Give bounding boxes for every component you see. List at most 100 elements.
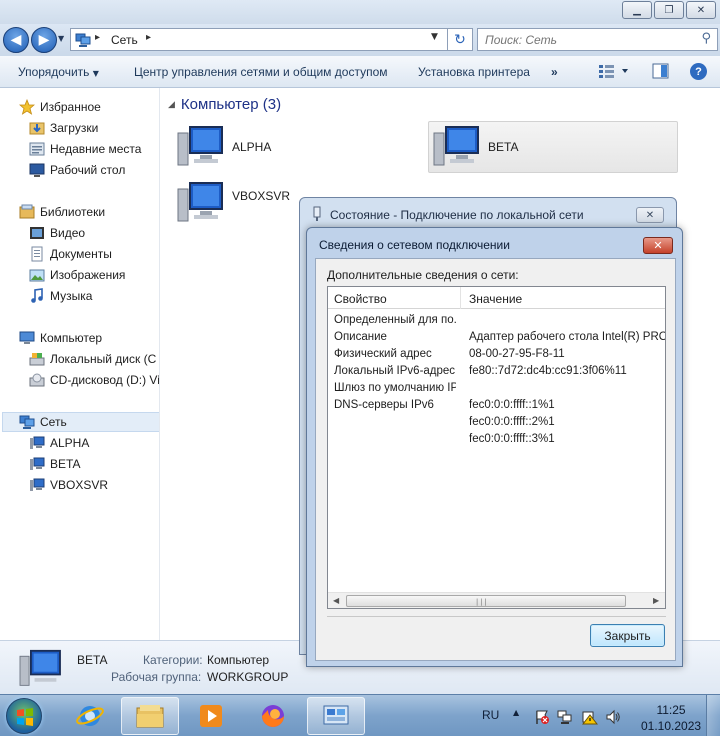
start-button[interactable] [6,698,42,734]
nav-recent-places[interactable]: Недавние места [29,139,141,159]
table-row[interactable]: Шлюз по умолчанию IP... [328,380,665,397]
nav-network-alpha[interactable]: ALPHA [29,433,89,453]
table-row[interactable]: fec0:0:0:ffff::2%1 [328,414,665,431]
forward-button[interactable]: ▶ [31,27,57,53]
details-workgroup-value: WORKGROUP [207,670,289,684]
nav-pictures[interactable]: Изображения [29,265,125,285]
nav-network-vboxsvr[interactable]: VBOXSVR [29,475,108,495]
computer-tile-beta[interactable]: BETA [428,121,678,173]
nav-video[interactable]: Видео [29,223,85,243]
nav-favorites[interactable]: Избранное [19,97,101,117]
local-disk-icon [29,353,45,366]
table-row[interactable]: fec0:0:0:ffff::3%1 [328,431,665,448]
dialog-close-button[interactable]: ✕ [643,237,673,254]
refresh-button[interactable]: ↻ [448,28,473,51]
address-dropdown-icon[interactable]: ▼ [431,32,438,42]
star-icon [19,99,35,115]
close-button[interactable]: ✕ [686,1,716,19]
navigation-pane: Избранное Загрузки Недавние места Рабочи… [0,88,160,640]
folder-icon [136,705,164,728]
language-indicator[interactable]: RU [482,708,499,722]
address-row: ◀ ▶ ▼ ▸ Сеть ▸ ▼ ↻ ⚲ [0,24,720,56]
internet-explorer-icon [76,706,104,726]
show-desktop-button[interactable] [706,695,720,736]
help-icon[interactable]: ? [690,63,707,80]
column-property[interactable]: Свойство [334,292,387,306]
volume-icon[interactable] [605,709,621,725]
taskbar-network-control[interactable] [307,697,365,735]
nav-computer[interactable]: Компьютер [19,328,102,348]
table-row[interactable]: Определенный для по... [328,312,665,329]
taskbar-explorer[interactable] [121,697,179,735]
history-dropdown-icon[interactable]: ▼ [58,34,64,43]
nav-cd-drive[interactable]: CD-дисковод (D:) Vi [29,370,159,390]
table-row[interactable]: DNS-серверы IPv6 fec0:0:0:ffff::1%1 [328,397,665,414]
scroll-thumb[interactable]: ||| [346,595,626,607]
nav-downloads[interactable]: Загрузки [29,118,98,138]
breadcrumb-arrow-icon[interactable]: ▸ [146,32,151,43]
breadcrumb-arrow-icon: ▸ [95,32,101,43]
computer-icon [30,457,45,470]
network-tray-icon[interactable] [557,709,573,725]
network-icon [19,415,35,429]
scroll-right-icon[interactable]: ▶ [653,596,659,605]
table-row[interactable]: Описание Адаптер рабочего стола Intel(R) … [328,329,665,346]
nav-local-disk[interactable]: Локальный диск (C [29,349,156,369]
recent-places-icon [29,142,45,156]
collapse-icon[interactable]: ◢ [168,100,175,110]
computer-icon [19,649,61,686]
show-hidden-icons[interactable]: ▲ [513,708,519,717]
computer-tile-alpha[interactable]: ALPHA [176,121,416,173]
action-center-flag-icon[interactable] [534,709,550,725]
details-list[interactable]: Свойство Значение Определенный для по...… [327,286,666,609]
table-row[interactable]: Локальный IPv6-адрес... fe80::7d72:dc4b:c… [328,363,665,380]
nav-documents[interactable]: Документы [29,244,112,264]
status-close-button[interactable]: ✕ [636,207,664,223]
computer-icon [19,331,35,344]
maximize-button[interactable]: ❐ [654,1,684,19]
command-bar: Упорядочить ▼ Центр управления сетями и … [0,56,720,88]
column-value[interactable]: Значение [469,292,522,306]
search-box[interactable]: ⚲ [477,28,718,51]
security-warning-icon[interactable] [582,709,598,725]
search-icon[interactable]: ⚲ [701,31,711,46]
taskbar-media-player[interactable] [182,697,240,735]
search-input[interactable] [485,30,685,50]
organize-button[interactable]: Упорядочить ▼ [18,65,99,79]
nav-desktop[interactable]: Рабочий стол [29,160,125,180]
pictures-icon [29,269,45,282]
libraries-icon [19,204,35,219]
minimize-button[interactable]: ▁ [622,1,652,19]
address-bar[interactable]: ▸ Сеть ▸ ▼ [70,28,448,51]
computer-icon [30,436,45,449]
title-bar: ▁ ❐ ✕ [0,0,720,24]
network-details-dialog: Сведения о сетевом подключении ✕ Дополни… [306,227,683,667]
view-options-icon[interactable] [598,63,628,79]
close-dialog-button[interactable]: Закрыть [590,624,665,647]
clock[interactable]: 11:25 01.10.2023 [641,702,701,734]
clock-time: 11:25 [656,703,686,717]
computer-icon [433,126,479,166]
nav-music[interactable]: Музыка [29,286,92,306]
computer-icon [30,478,45,491]
add-printer-button[interactable]: Установка принтера [418,65,530,79]
dialog-title: Сведения о сетевом подключении [319,238,510,252]
cd-drive-icon [29,373,45,387]
taskbar-internet-explorer[interactable] [61,697,119,735]
table-row[interactable]: Физический адрес 08-00-27-95-F8-11 [328,346,665,363]
dialog-subtitle: Дополнительные сведения о сети: [327,268,519,282]
nav-network[interactable]: Сеть [2,412,159,432]
list-header: Свойство Значение [328,287,665,309]
scroll-left-icon[interactable]: ◀ [333,596,339,605]
group-header-computer[interactable]: ◢ Компьютер (3) [168,96,281,113]
back-button[interactable]: ◀ [3,27,29,53]
more-commands-button[interactable]: » [551,65,558,79]
preview-pane-icon[interactable] [652,63,669,79]
taskbar-firefox[interactable] [244,697,302,735]
breadcrumb-network[interactable]: Сеть [111,33,138,47]
horizontal-scrollbar[interactable]: ◀ ||| ▶ [328,592,665,608]
details-categories-label: Категории: [143,653,203,667]
nav-libraries[interactable]: Библиотеки [19,202,105,222]
nav-network-beta[interactable]: BETA [29,454,80,474]
network-center-button[interactable]: Центр управления сетями и общим доступом [134,65,388,79]
